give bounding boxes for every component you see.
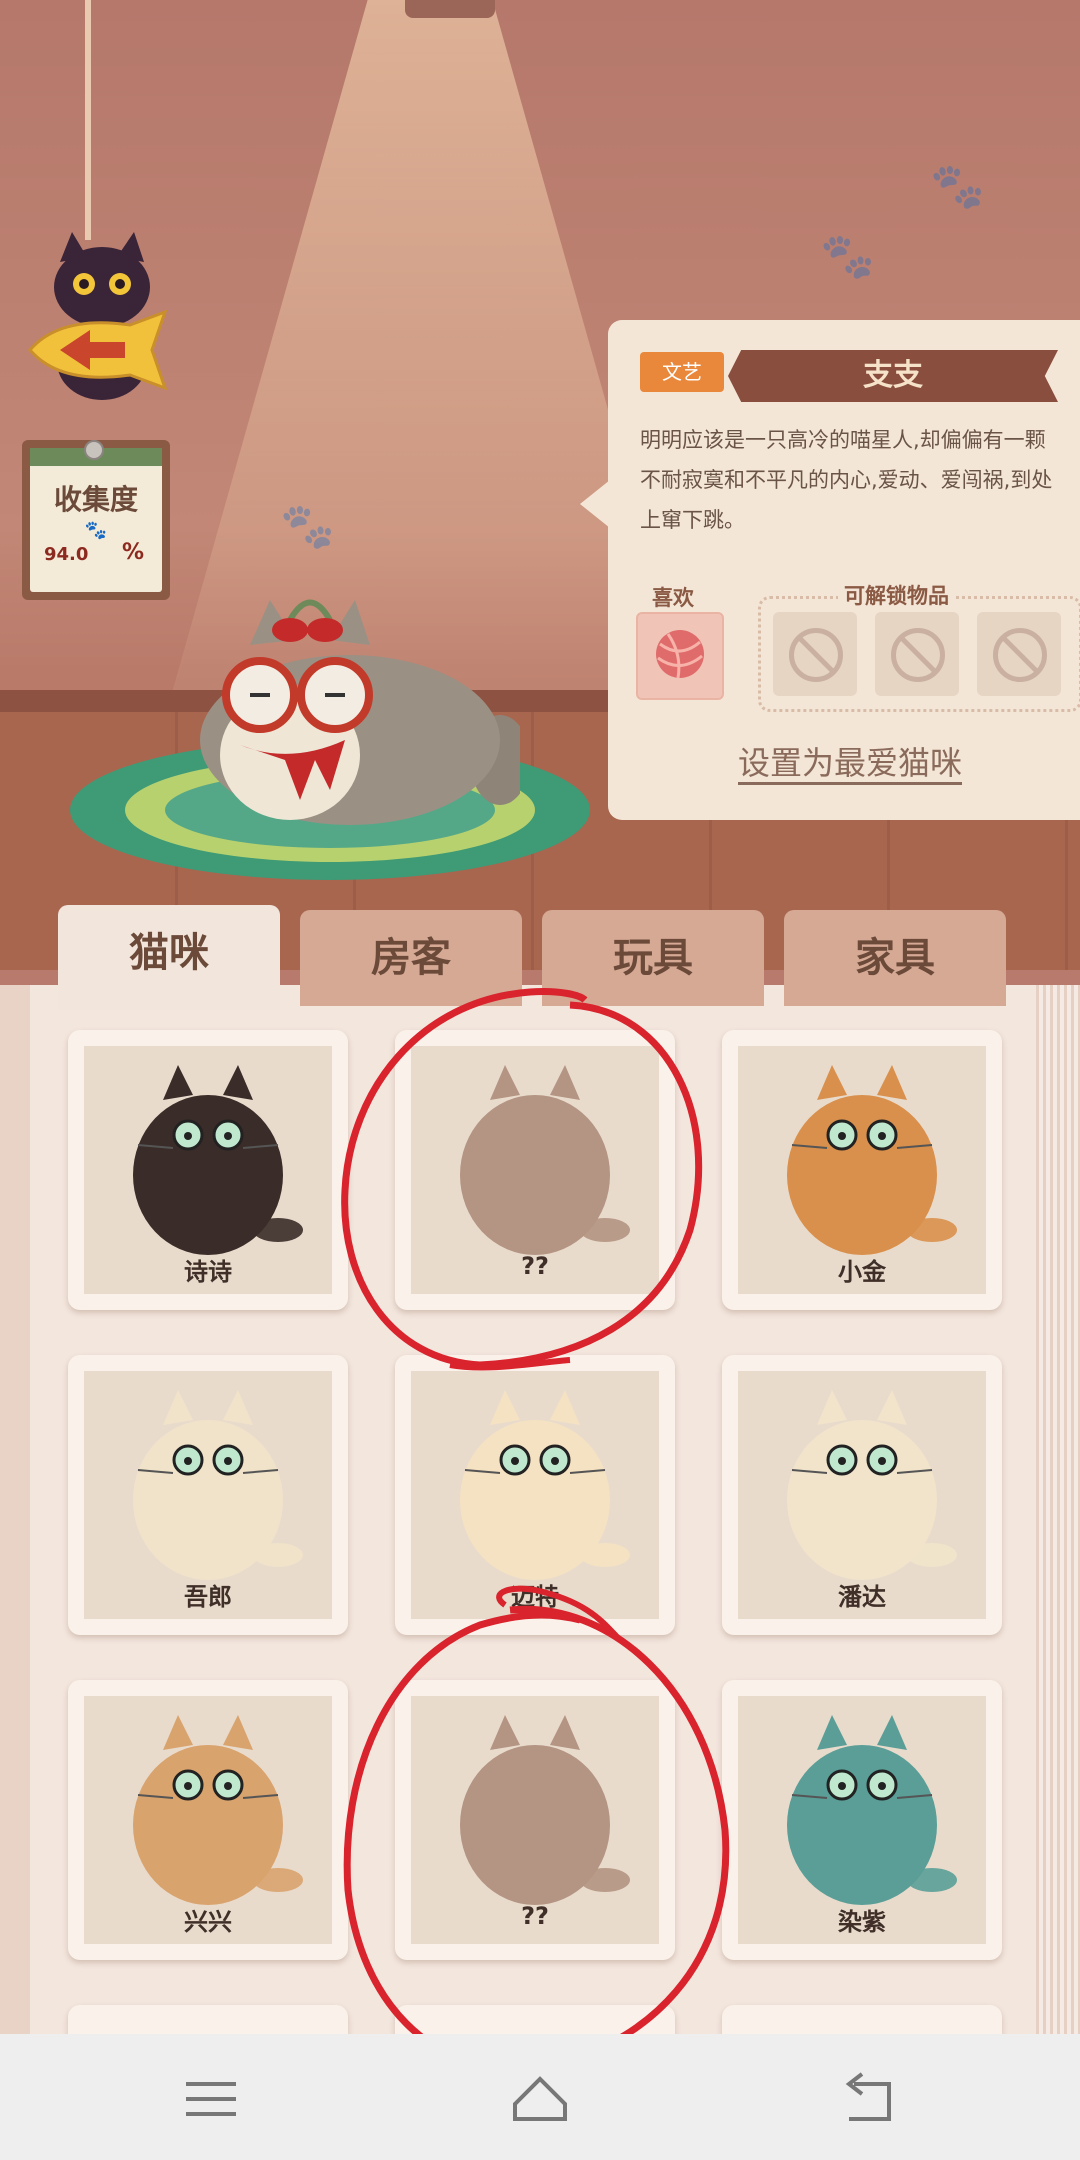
cat-info-panel: 文艺 支支 明明应该是一只高冷的喵星人,却偏偏有一颗不耐寂寞和不平凡的内心,爱动…: [580, 320, 1080, 820]
cat-name: 小金: [838, 1258, 886, 1286]
cat-card[interactable]: 诗诗: [68, 1030, 348, 1310]
home-icon[interactable]: [505, 2064, 575, 2134]
pin-icon: [84, 440, 104, 460]
tab-furniture[interactable]: 家具: [784, 910, 1006, 1006]
paw-print-decoration: 🐾: [820, 231, 875, 282]
system-nav-bar: [0, 2034, 1080, 2160]
collection-title: 收集度: [53, 483, 138, 516]
paw-icon: 🐾: [84, 520, 108, 541]
locked-item-slot[interactable]: [773, 612, 857, 696]
collection-value: 94.0: [44, 544, 89, 565]
featured-cat[interactable]: [180, 590, 520, 830]
ceiling-lamp: [405, 0, 495, 18]
back-icon[interactable]: [834, 2064, 904, 2134]
cat-portrait: [133, 1390, 303, 1580]
set-favorite-button[interactable]: 设置为最爱猫咪: [738, 738, 962, 784]
cat-description: 明明应该是一只高冷的喵星人,却偏偏有一颗不耐寂寞和不平凡的内心,爱动、爱闯祸,到…: [640, 428, 1053, 532]
cat-portrait: [460, 1390, 630, 1580]
cat-name: 潘达: [838, 1583, 886, 1611]
prohibited-icon: [891, 628, 945, 682]
prohibited-icon: [789, 628, 843, 682]
cat-card[interactable]: 迈特: [395, 1355, 675, 1635]
locked-item-slot[interactable]: [977, 612, 1061, 696]
cat-portrait: [787, 1065, 957, 1255]
personality-tag: 文艺: [640, 352, 724, 392]
collection-card: 收集度 🐾 94.0 %: [22, 440, 170, 600]
locked-item-slot[interactable]: [875, 612, 959, 696]
collection-unit: %: [122, 540, 145, 565]
book-spine: [0, 985, 30, 2035]
cat-name: 兴兴: [184, 1908, 232, 1936]
cat-name: 染紫: [838, 1908, 886, 1936]
cat-name: 诗诗: [184, 1258, 232, 1286]
back-arrow-icon: [28, 310, 168, 390]
paw-print-decoration: 🐾: [280, 501, 335, 552]
cat-card[interactable]: 潘达: [722, 1355, 1002, 1635]
speech-pointer: [580, 480, 610, 528]
tab-cats[interactable]: 猫咪: [58, 905, 280, 1010]
cat-card[interactable]: 吾郎: [68, 1355, 348, 1635]
cat-card[interactable]: 染紫: [722, 1680, 1002, 1960]
yarn-ball-icon: [656, 630, 704, 679]
liked-item-slot[interactable]: [636, 612, 724, 700]
cat-portrait: [787, 1390, 957, 1580]
cat-card[interactable]: ??: [395, 1030, 675, 1310]
cat-portrait: [787, 1715, 957, 1905]
cat-portrait: [460, 1715, 630, 1905]
unlockable-label: 可解锁物品: [838, 580, 955, 610]
cat-name: ??: [521, 1252, 549, 1280]
cat-card[interactable]: 兴兴: [68, 1680, 348, 1960]
cat-card[interactable]: ??: [395, 1680, 675, 1960]
cat-portrait: [460, 1065, 630, 1255]
cat-name: 迈特: [511, 1583, 559, 1611]
cat-name: ??: [521, 1902, 549, 1930]
back-button[interactable]: [20, 0, 190, 420]
book-pages-edge: [1036, 985, 1080, 2035]
tab-toys[interactable]: 玩具: [542, 910, 764, 1006]
cat-portrait: [133, 1065, 303, 1255]
cat-card[interactable]: 小金: [722, 1030, 1002, 1310]
cat-name: 吾郎: [184, 1583, 232, 1611]
hanging-string: [85, 0, 91, 240]
tab-guests[interactable]: 房客: [300, 910, 522, 1006]
cat-portrait: [133, 1715, 303, 1905]
cat-name-banner: 支支: [728, 350, 1058, 402]
prohibited-icon: [993, 628, 1047, 682]
paw-print-decoration: 🐾: [930, 161, 985, 212]
menu-icon[interactable]: [176, 2064, 246, 2134]
like-label: 喜欢: [652, 586, 694, 610]
